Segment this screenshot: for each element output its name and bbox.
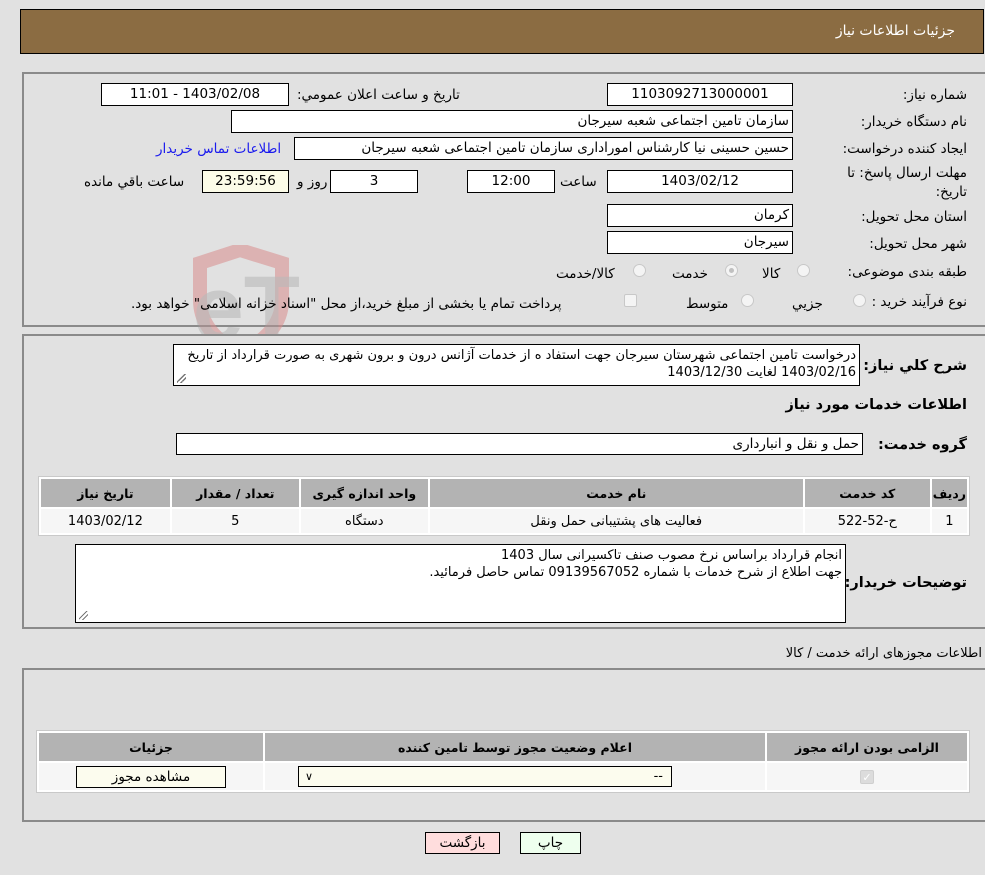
view-permit-button[interactable]: مشاهده مجوز [76,765,226,788]
description-textarea[interactable]: درخواست تامین اجتماعی شهرستان سیرجان جهت… [173,344,860,386]
treasury-payment-checkbox[interactable] [624,294,637,307]
city-label: شهر محل تحویل: [869,236,967,252]
deadline-time-label: ساعت [560,174,597,190]
services-table-header: ردیف کد خدمت نام خدمت واحد اندازه گیری ت… [41,479,967,507]
resize-grip-icon[interactable] [79,611,88,620]
category-radio-goods[interactable] [797,264,810,277]
deadline-date-field: 1403/02/12 [607,170,793,193]
table-row: ✓ -- ∨ مشاهده مجوز [39,763,967,790]
col-unit: واحد اندازه گیری [300,479,428,507]
permits-table-header: الزامی بودن ارائه مجوز اعلام وضعیت مجوز … [39,733,967,761]
permit-required-checkbox[interactable]: ✓ [860,769,874,784]
buyer-notes-line-2: جهت اطلاع از شرح خدمات با شماره 09139567… [429,565,842,580]
deadline-label: مهلت ارسال پاسخ: تا تاریخ: [847,165,967,200]
category-option-goods-service: کالا/خدمت [556,266,615,282]
creator-label: ایجاد کننده درخواست: [842,141,967,157]
description-text: درخواست تامین اجتماعی شهرستان سیرجان جهت… [187,348,856,380]
days-remaining-field: 3 [330,170,418,193]
col-service-code: کد خدمت [804,479,930,507]
process-radio-medium[interactable] [741,294,754,307]
cell-service-name: فعالیت های پشتیبانی حمل ونقل [429,509,803,533]
col-permit-details: جزئیات [39,733,263,761]
category-radio-service[interactable] [725,264,738,277]
announce-label: تاریخ و ساعت اعلان عمومي: [297,87,460,103]
page-title: جزئیات اطلاعات نیاز [835,23,955,39]
announce-datetime-field: 1403/02/08 - 11:01 [101,83,289,106]
permits-section-title: اطلاعات مجوزهای ارائه خدمت / کالا [785,646,982,661]
page-header: جزئیات اطلاعات نیاز [20,9,984,54]
process-radio-minor[interactable] [853,294,866,307]
services-section-title: اطلاعات خدمات مورد نیاز [785,397,967,413]
city-field: سیرجان [607,231,793,254]
col-need-date: تاریخ نیاز [41,479,170,507]
cell-need-date: 1403/02/12 [41,509,170,533]
col-service-name: نام خدمت [429,479,803,507]
process-option-minor: جزيي [792,296,823,312]
table-row: 1 ح-52-522 فعالیت های پشتیبانی حمل ونقل … [41,509,967,533]
permits-table: الزامی بودن ارائه مجوز اعلام وضعیت مجوز … [36,730,970,793]
treasury-payment-note: پرداخت تمام یا بخشی از مبلغ خرید،از محل … [131,296,562,312]
service-group-label: گروه خدمت: [877,437,967,453]
back-button[interactable]: بازگشت [425,832,500,854]
resize-grip-icon[interactable] [177,374,186,383]
services-table: ردیف کد خدمت نام خدمت واحد اندازه گیری ت… [38,476,970,536]
province-field: کرمان [607,204,793,227]
cell-quantity: 5 [171,509,299,533]
col-quantity: تعداد / مقدار [171,479,299,507]
col-permit-status: اعلام وضعیت مجوز توسط تامین کننده [265,733,765,761]
buyer-notes-textarea[interactable]: انجام قرارداد براساس نرخ مصوب صنف تاکسیر… [75,544,846,623]
buyer-org-field: سازمان تامین اجتماعی شعبه سیرجان [231,110,793,133]
creator-field: حسین حسینی نیا کارشناس اموراداری سازمان … [294,137,793,160]
days-label: روز و [297,174,328,190]
process-option-medium: متوسط [686,296,729,312]
need-number-field: 1103092713000001 [607,83,793,106]
province-label: استان محل تحویل: [861,209,967,225]
cell-unit: دستگاه [300,509,428,533]
print-button[interactable]: چاپ [520,832,581,854]
need-number-label: شماره نیاز: [902,87,967,103]
buyer-notes-label: توضیحات خریدار: [844,575,967,591]
process-type-label: نوع فرآیند خرید : [871,294,967,310]
category-radio-goods-service[interactable] [633,264,646,277]
buyer-contact-link[interactable]: اطلاعات تماس خریدار [156,141,281,157]
time-remaining-label: ساعت باقي مانده [84,174,185,190]
cell-row-number: 1 [931,509,967,533]
cell-service-code: ح-52-522 [804,509,930,533]
cell-permit-required: ✓ [767,763,967,790]
category-option-service: خدمت [672,266,708,282]
cell-permit-status: -- ∨ [265,763,765,790]
permit-status-value: -- [653,769,663,784]
buyer-notes-line-1: انجام قرارداد براساس نرخ مصوب صنف تاکسیر… [501,548,842,563]
cell-permit-details: مشاهده مجوز [39,763,263,790]
col-row-number: ردیف [931,479,967,507]
category-label: طبقه بندی موضوعی: [847,264,967,280]
time-remaining-field: 23:59:56 [202,170,289,193]
service-group-field: حمل و نقل و انبارداری [176,433,863,455]
deadline-time-field: 12:00 [467,170,555,193]
permit-status-select[interactable]: -- ∨ [298,766,672,787]
chevron-down-icon: ∨ [305,770,314,783]
description-label: شرح کلي نیاز: [863,358,967,374]
col-permit-required: الزامی بودن ارائه مجوز [767,733,967,761]
category-option-goods: کالا [762,266,781,282]
buyer-org-label: نام دستگاه خریدار: [860,114,967,130]
